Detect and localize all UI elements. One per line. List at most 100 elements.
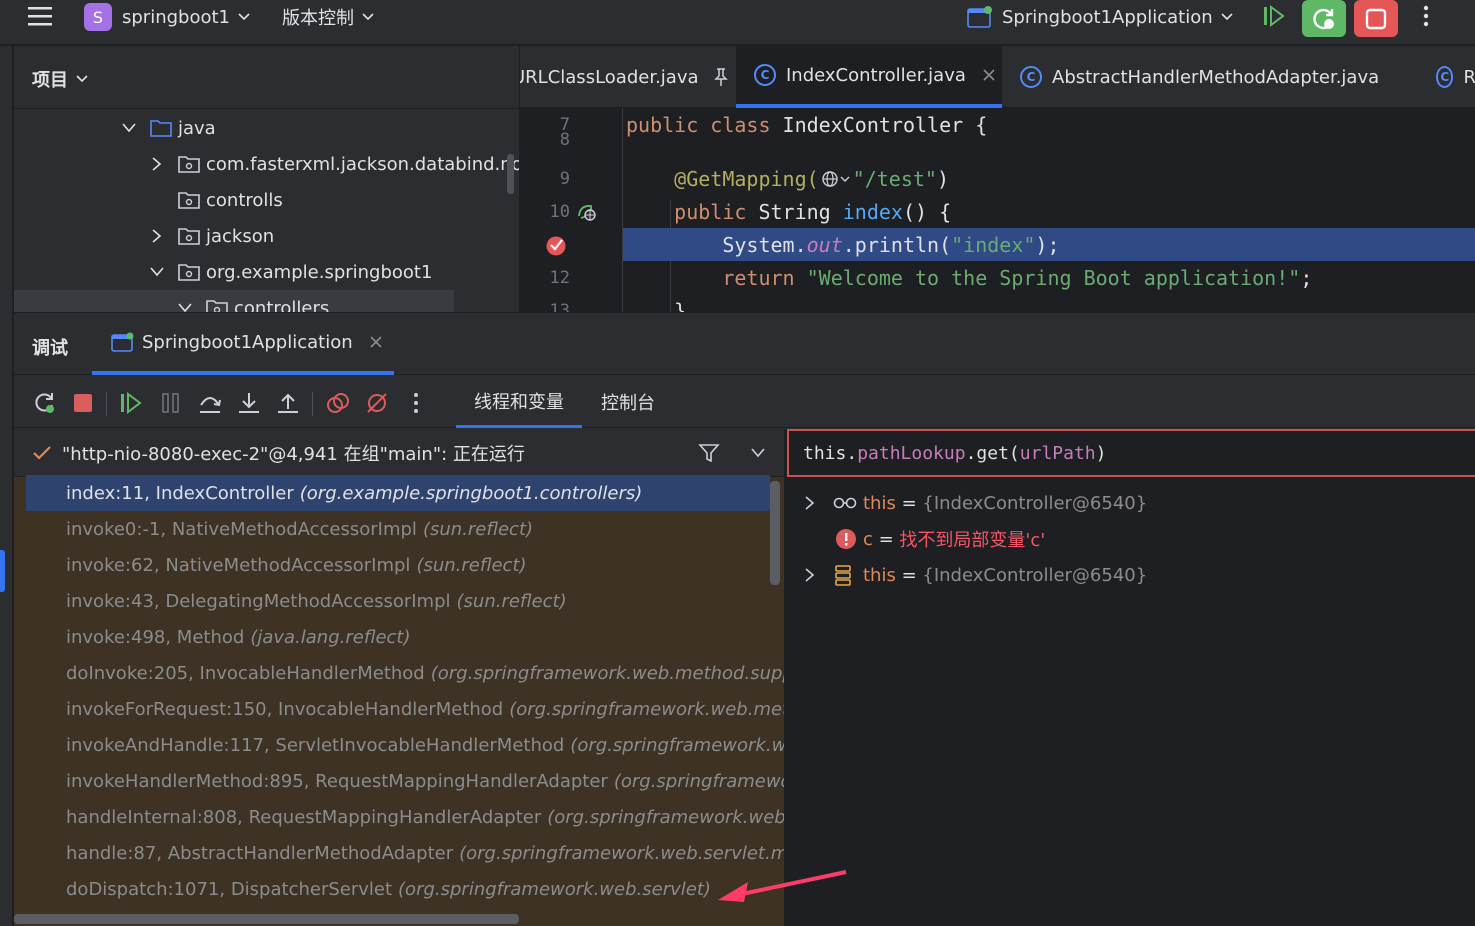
tab-overflow[interactable]: C R — [1436, 46, 1475, 108]
frame-package: (org.springframework.web.metho — [509, 698, 784, 720]
vertical-scrollbar[interactable] — [507, 154, 514, 194]
frame-method: invoke0:-1, NativeMethodAccessorImpl — [66, 518, 417, 540]
pause-icon[interactable] — [158, 390, 184, 416]
stack-frame-row[interactable]: doInvoke:205, InvocableHandlerMethod (org… — [14, 655, 784, 691]
chevron-down-icon — [238, 13, 250, 21]
tree-item-label: controllers — [234, 297, 330, 313]
step-into-icon[interactable] — [236, 390, 262, 416]
vcs-menu[interactable]: 版本控制 — [282, 0, 374, 34]
project-selector[interactable]: S springboot1 — [84, 0, 250, 34]
tab-abstracthandlermethodadapter[interactable]: C AbstractHandlerMethodAdapter.java — [1020, 46, 1420, 108]
code-token: () { — [902, 199, 952, 224]
stack-frame-row[interactable]: invoke:43, DelegatingMethodAccessorImpl(… — [14, 583, 784, 619]
more-options-icon[interactable] — [403, 390, 429, 416]
globe-icon[interactable] — [821, 170, 851, 188]
code-line[interactable]: 13 } — [520, 294, 1475, 313]
code-line[interactable]: 9 @GetMapping("/test") — [520, 162, 1475, 195]
stack-frame-row[interactable]: index:11, IndexController (org.example.sp… — [26, 475, 770, 511]
expr-dot: . — [846, 442, 858, 464]
run-config-label: Springboot1Application — [1002, 6, 1213, 28]
code-token: ); — [1035, 232, 1060, 257]
debug-session-tab[interactable]: Springboot1Application — [92, 313, 394, 375]
stack-frame-row[interactable]: invokeHandlerMethod:895, RequestMappingH… — [14, 763, 784, 799]
tree-item-package[interactable]: org.example.springboot1 — [150, 254, 432, 290]
check-icon — [33, 445, 51, 460]
code-line[interactable]: 10 public String index() { — [520, 195, 1475, 228]
project-name: springboot1 — [122, 6, 230, 28]
main-menu-icon[interactable] — [26, 4, 54, 28]
variable-row[interactable]: this = {IndexController@6540} — [805, 485, 1147, 521]
vertical-scrollbar[interactable] — [770, 481, 780, 585]
endpoint-globe-icon[interactable] — [576, 202, 598, 222]
variable-equals: = — [895, 564, 923, 586]
stack-frame-row[interactable]: invoke:498, Method (java.lang.reflect) — [14, 619, 784, 655]
resume-icon[interactable] — [1262, 5, 1286, 27]
frame-package: (java.lang.reflect) — [250, 626, 411, 648]
tree-item-package[interactable]: jackson — [152, 218, 274, 254]
application-icon — [111, 332, 134, 352]
tab-threads-variables[interactable]: 线程和变量 — [456, 376, 582, 428]
thread-selector[interactable]: "http-nio-8080-exec-2"@4,941 在组"main": 正… — [14, 429, 784, 477]
rerun-debug-button[interactable] — [1302, 0, 1346, 37]
stack-frame-row[interactable]: invokeAndHandle:117, ServletInvocableHan… — [14, 727, 784, 763]
chevron-right-icon[interactable] — [805, 496, 815, 510]
class-icon: C — [1020, 66, 1042, 88]
stack-frame-row[interactable]: invoke0:-1, NativeMethodAccessorImpl (sun… — [14, 511, 784, 547]
pin-icon[interactable] — [713, 67, 729, 87]
tree-item-package[interactable]: controllers — [14, 290, 454, 312]
stack-frame-row[interactable]: invokeForRequest:150, InvocableHandlerMe… — [14, 691, 784, 727]
frame-method: invoke:498, Method — [66, 626, 245, 648]
chevron-right-icon — [152, 157, 162, 171]
class-icon: C — [1436, 66, 1454, 88]
expr-call: .get( — [965, 442, 1020, 464]
breakpoint-icon[interactable] — [544, 234, 568, 256]
chevron-right-icon[interactable] — [805, 568, 815, 582]
frame-method: doInvoke:205, InvocableHandlerMethod — [66, 662, 425, 684]
expr-this: this — [803, 442, 847, 464]
stack-frame-row[interactable]: invoke:62, NativeMethodAccessorImpl (sun.… — [14, 547, 784, 583]
stack-frame-row[interactable]: handle:87, AbstractHandlerMethodAdapter(… — [14, 835, 784, 871]
horizontal-scrollbar[interactable] — [14, 914, 519, 924]
stop-button[interactable] — [1354, 0, 1398, 37]
stack-frame-row[interactable]: handleInternal:808, RequestMappingHandle… — [14, 799, 784, 835]
tree-item-java[interactable]: java — [122, 110, 216, 146]
variable-row[interactable]: c = 找不到局部变量'c' — [835, 521, 1045, 557]
mute-breakpoints-icon[interactable] — [364, 390, 390, 416]
project-panel-header[interactable]: 项目 — [32, 66, 88, 92]
frames-list[interactable]: "http-nio-8080-exec-2"@4,941 在组"main": 正… — [14, 429, 784, 926]
stop-icon[interactable] — [70, 390, 96, 416]
view-breakpoints-icon[interactable] — [325, 390, 351, 416]
tab-urlclassloader[interactable]: URLClassLoader.java — [520, 46, 736, 108]
tree-item-label: com.fasterxml.jackson.databind.node — [206, 153, 519, 175]
close-icon[interactable] — [982, 68, 996, 82]
close-icon[interactable] — [369, 335, 383, 349]
evaluate-expression-field[interactable]: this. pathLookup .get(urlPath) — [787, 429, 1475, 477]
code-token: String — [758, 199, 843, 224]
tree-item-label: jackson — [206, 225, 275, 247]
code-text: return "Welcome to the Spring Boot appli… — [626, 261, 1312, 294]
chevron-down-icon — [122, 123, 136, 133]
step-over-icon[interactable] — [197, 390, 223, 416]
variable-row[interactable]: this = {IndexController@6540} — [805, 557, 1147, 593]
expr-arg: urlPath — [1019, 442, 1096, 464]
rerun-icon[interactable] — [32, 390, 58, 416]
resume-icon[interactable] — [118, 390, 144, 416]
filter-icon[interactable] — [698, 443, 720, 463]
code-token: @GetMapping( — [626, 166, 819, 191]
step-out-icon[interactable] — [275, 390, 301, 416]
tab-console[interactable]: 控制台 — [588, 376, 668, 428]
code-line[interactable]: System. out .println("index"); — [520, 228, 1475, 261]
tab-indexcontroller[interactable]: C IndexController.java — [736, 46, 1002, 108]
run-config-selector[interactable]: Springboot1Application — [966, 0, 1233, 34]
code-area[interactable]: 7 public class IndexController {8 9 @GetMa… — [520, 108, 1475, 312]
code-line[interactable]: 12 return "Welcome to the Spring Boot ap… — [520, 261, 1475, 294]
line-number: 12 — [549, 268, 570, 288]
tree-item-package[interactable]: controlls — [178, 182, 283, 218]
application-icon — [967, 6, 992, 28]
chevron-down-icon[interactable] — [751, 447, 765, 458]
debug-panel: 调试 Springboot1Application 线程和变量 控制台 "htt… — [14, 313, 1475, 926]
stack-frame-row[interactable]: doDispatch:1071, DispatcherServlet (org.s… — [14, 871, 784, 907]
tree-item-package[interactable]: com.fasterxml.jackson.databind.node — [152, 146, 519, 182]
more-options-icon[interactable] — [1418, 5, 1434, 29]
code-editor: URLClassLoader.java C IndexController.ja… — [520, 46, 1475, 312]
